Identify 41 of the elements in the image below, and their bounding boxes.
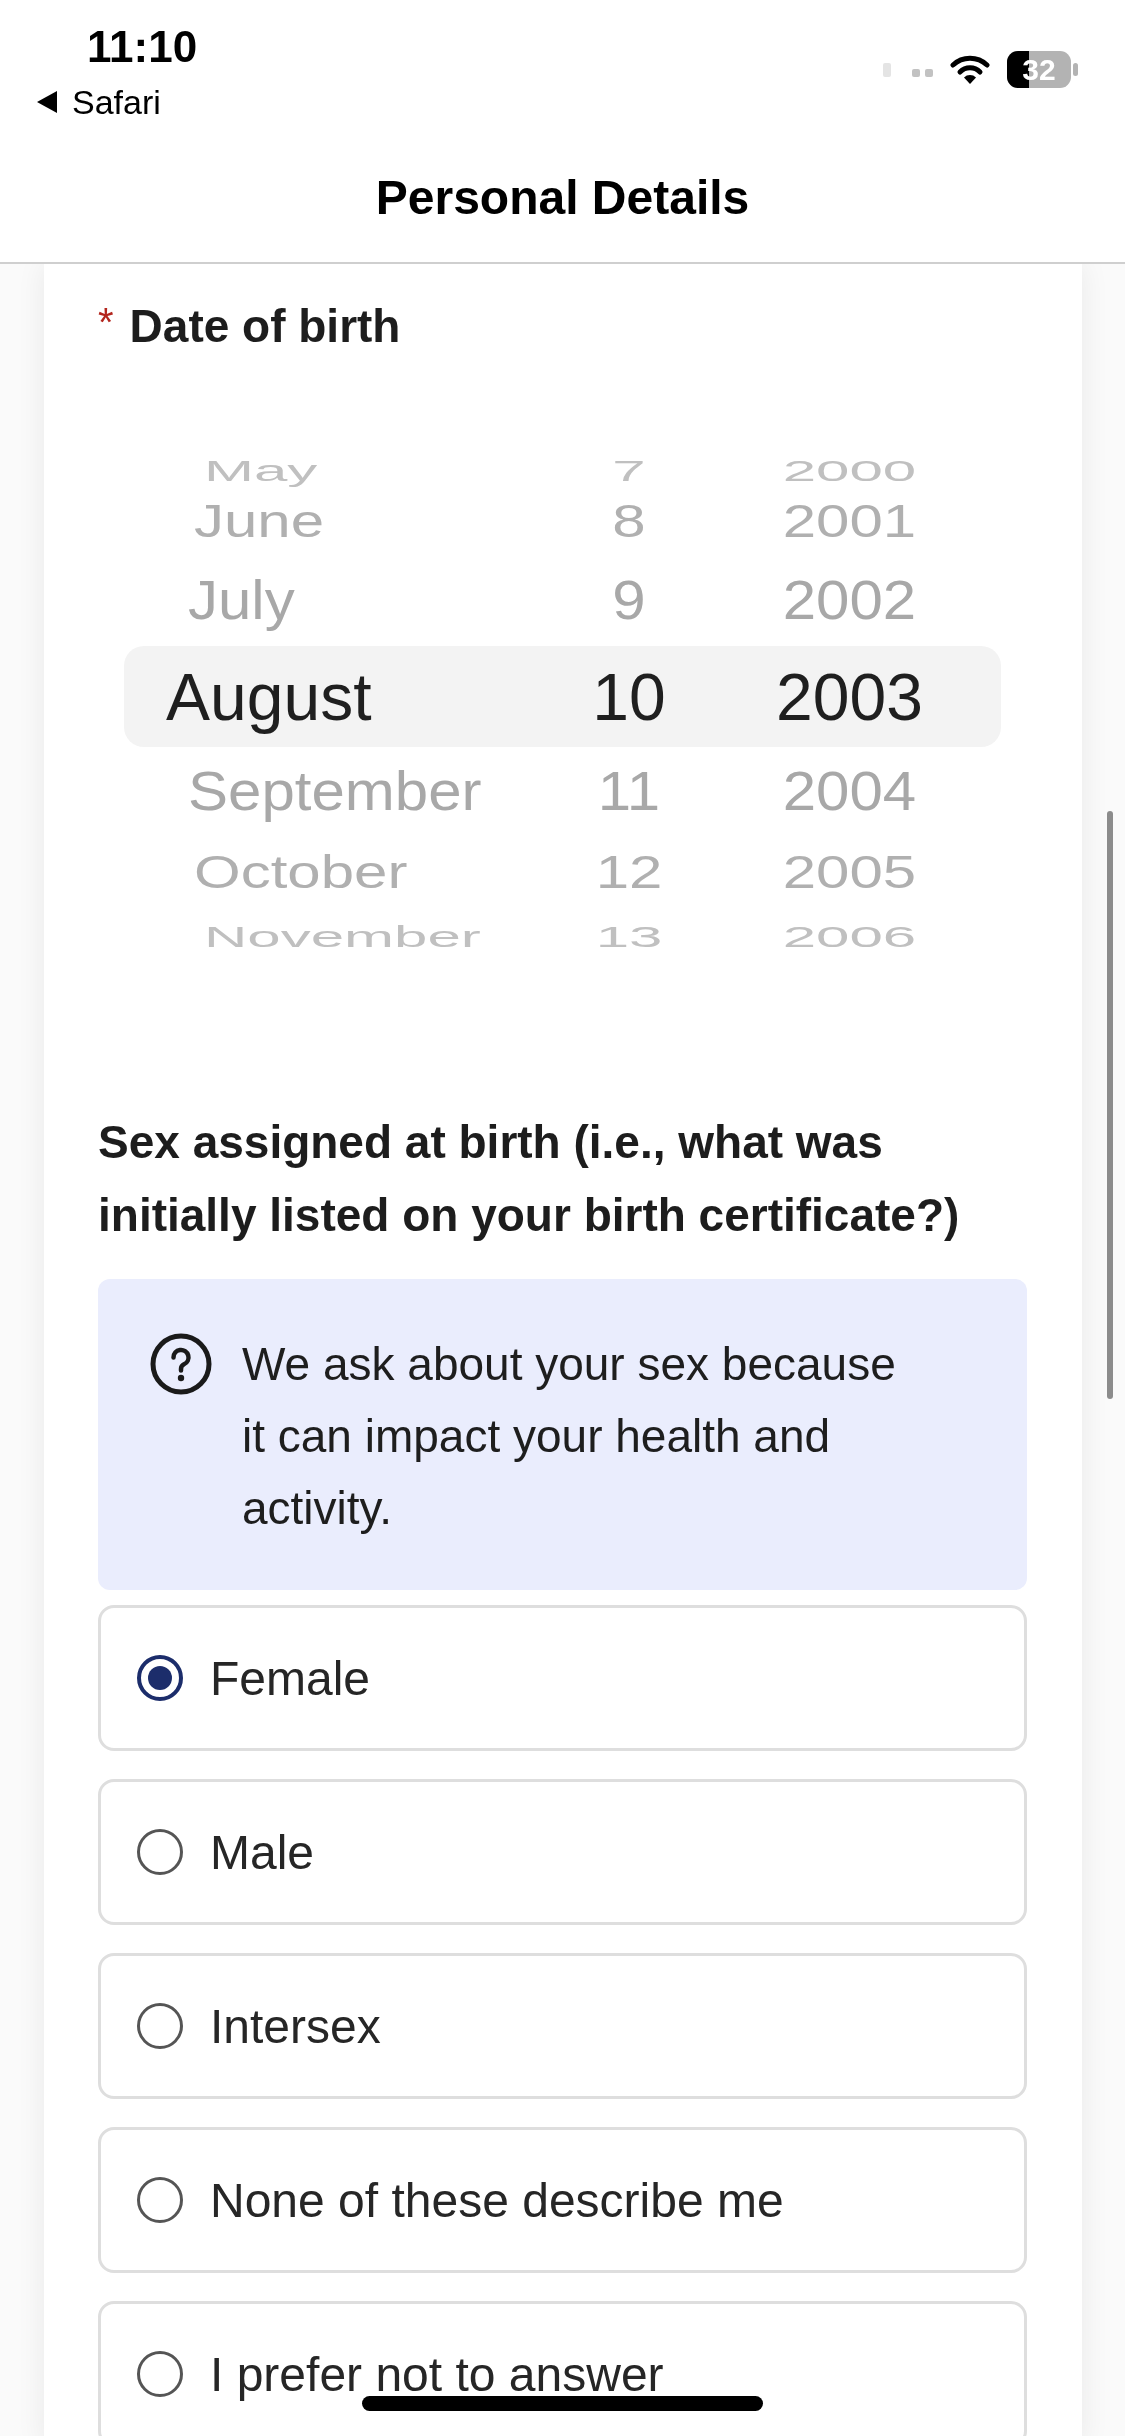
year-option[interactable]: 2004 xyxy=(782,764,917,820)
month-option[interactable]: July xyxy=(188,573,295,629)
month-option[interactable]: November xyxy=(204,922,481,952)
status-time: 11:10 xyxy=(87,24,198,70)
month-option[interactable]: May xyxy=(204,456,318,486)
month-option[interactable]: September xyxy=(188,764,482,820)
day-option[interactable]: 11 xyxy=(597,764,661,820)
required-asterisk: * xyxy=(98,302,114,342)
answer-option[interactable]: Female xyxy=(98,1605,1027,1751)
year-option[interactable]: 2001 xyxy=(782,497,917,545)
day-option[interactable]: 7 xyxy=(612,456,646,486)
year-option[interactable]: 2000 xyxy=(782,456,917,486)
back-icon xyxy=(37,91,57,113)
radio-button[interactable] xyxy=(137,2177,183,2223)
wifi-icon xyxy=(950,54,990,85)
radio-button[interactable] xyxy=(137,1655,183,1701)
month-option[interactable]: June xyxy=(194,497,325,545)
day-option[interactable]: 12 xyxy=(595,848,663,896)
cellular-signal-icon xyxy=(883,62,933,77)
answer-option[interactable]: Intersex xyxy=(98,1953,1027,2099)
day-option[interactable]: 8 xyxy=(612,497,646,545)
day-option[interactable]: 9 xyxy=(612,573,646,629)
year-option[interactable]: 2005 xyxy=(782,848,917,896)
day-option[interactable]: 10 xyxy=(592,663,666,730)
month-option[interactable]: October xyxy=(194,848,408,896)
info-text: We ask about your sex because it can impact your health and activity. xyxy=(242,1337,897,1536)
radio-button[interactable] xyxy=(137,2351,183,2397)
radio-button[interactable] xyxy=(137,1829,183,1875)
answer-option[interactable]: Male xyxy=(98,1779,1027,1925)
day-option[interactable]: 13 xyxy=(595,922,663,952)
answer-option[interactable]: None of these describe me xyxy=(98,2127,1027,2273)
field-label: Date of birth xyxy=(129,299,401,354)
question-label: Sex assigned at birth (i.e., what was initially listed on your birth certificate?) xyxy=(98,1115,961,1243)
answer-option[interactable]: I prefer not to answer xyxy=(98,2301,1027,2436)
year-option[interactable]: 2003 xyxy=(776,663,923,730)
year-option[interactable]: 2002 xyxy=(782,573,917,629)
help-icon xyxy=(150,1333,212,1395)
year-option[interactable]: 2006 xyxy=(782,922,917,952)
radio-button[interactable] xyxy=(137,2003,183,2049)
page-title: Personal Details xyxy=(375,170,750,226)
back-to-app-link[interactable]: Safari xyxy=(37,84,161,120)
